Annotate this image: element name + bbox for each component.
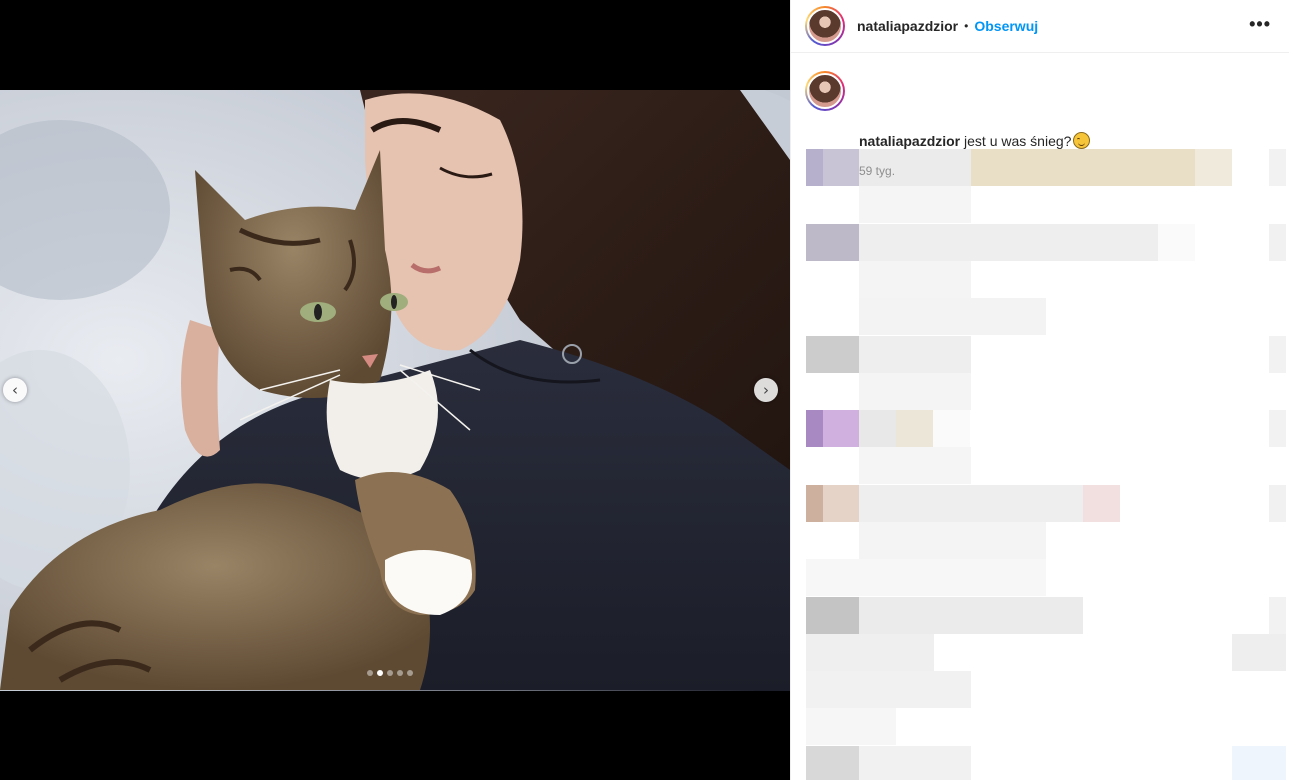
carousel-next-button[interactable]: › [754, 378, 778, 402]
post-caption: nataliapazdzior jest u was śnieg? 59 tyg… [791, 53, 1289, 178]
carousel-prev-button[interactable]: ‹ [3, 378, 27, 402]
post-header: nataliapazdzior • Obserwuj ••• [791, 0, 1289, 53]
post-side-panel: nataliapazdzior • Obserwuj ••• nataliapa… [790, 0, 1289, 780]
follow-button[interactable]: Obserwuj [974, 18, 1038, 34]
carousel-dot [387, 670, 393, 676]
carousel-indicator [367, 670, 413, 676]
caption-avatar[interactable] [805, 71, 845, 111]
author-avatar-image [807, 8, 843, 44]
chevron-left-icon: ‹ [12, 380, 18, 399]
caption-username[interactable]: nataliapazdzior [859, 133, 960, 149]
carousel-dot [397, 670, 403, 676]
header-separator: • [964, 19, 969, 33]
post-media: ‹ › [0, 0, 790, 780]
post-timestamp[interactable]: 59 tyg. [859, 164, 895, 178]
carousel-dot [367, 670, 373, 676]
more-options-icon[interactable]: ••• [1249, 14, 1271, 35]
photo-illustration [0, 90, 790, 691]
caption-body: jest u was śnieg? [964, 133, 1072, 149]
smiling-face-emoji-icon [1073, 132, 1091, 149]
author-avatar[interactable] [805, 6, 845, 46]
carousel-dot-active [377, 670, 383, 676]
post-photo[interactable] [0, 90, 790, 691]
chevron-right-icon: › [763, 380, 769, 399]
caption-text: nataliapazdzior jest u was śnieg? [859, 132, 1091, 149]
author-username[interactable]: nataliapazdzior [857, 18, 958, 34]
carousel-dot [407, 670, 413, 676]
caption-avatar-image [807, 73, 843, 109]
